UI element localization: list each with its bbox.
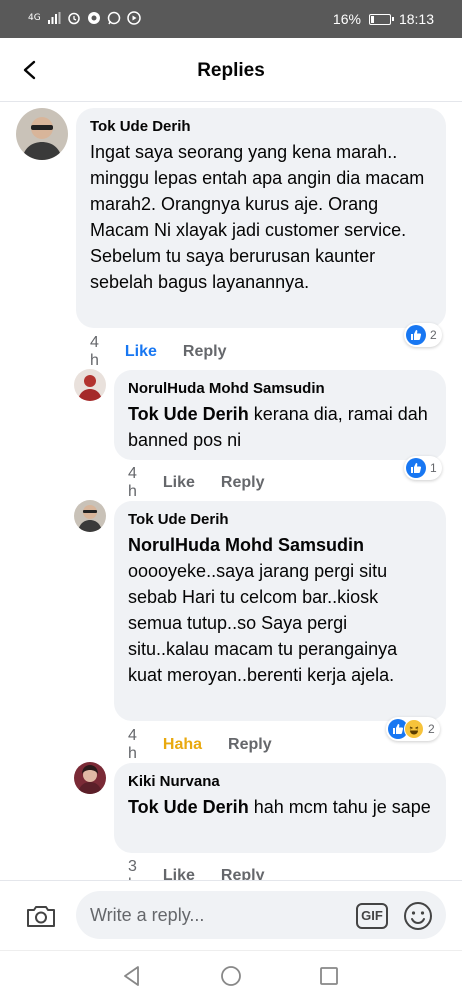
reply-composer: GIF [0, 880, 462, 950]
haha-reaction-icon [404, 719, 424, 739]
like-button[interactable]: Like [163, 474, 195, 492]
comment-body: hah mcm tahu je sape [248, 797, 431, 817]
reply-button[interactable]: Reply [183, 343, 227, 361]
avatar-image [16, 108, 68, 160]
comment-mention[interactable]: Tok Ude Derih [128, 797, 249, 817]
avatar[interactable] [74, 369, 106, 401]
nav-home-icon [221, 966, 241, 986]
like-reaction-icon [406, 325, 426, 345]
reply-button[interactable]: Reply [221, 474, 265, 492]
signal-label: 4G [28, 13, 41, 23]
comment-bubble: NorulHuda Mohd Samsudin Tok Ude Derih ke… [114, 370, 446, 460]
haha-button[interactable]: Haha [163, 736, 202, 754]
comment-body: ooooyeke..saya jarang pergi situ sebab H… [128, 561, 398, 685]
camera-icon [27, 906, 55, 927]
alarm-icon [67, 12, 80, 25]
avatar-image [74, 500, 106, 532]
comment-body: Ingat saya seorang yang kena marah.. min… [90, 142, 425, 292]
comment-actions: 4 h Haha Reply [128, 727, 272, 763]
comment-actions: 4 h Like Reply [90, 334, 227, 370]
avatar[interactable] [74, 500, 106, 532]
comment-time: 4 h [128, 465, 137, 500]
comment-author[interactable]: Tok Ude Derih [90, 118, 432, 135]
emoji-icon [404, 902, 432, 930]
header: Replies [0, 38, 462, 102]
chrome-icon [87, 12, 100, 24]
nav-recents-button[interactable] [317, 964, 341, 988]
comment-text: Tok Ude Derih hah mcm tahu je sape [128, 794, 432, 820]
like-reaction-icon [406, 458, 426, 478]
nav-back-icon [124, 966, 139, 986]
battery-fill [370, 15, 374, 23]
battery-percent: 16% [332, 11, 361, 27]
like-button[interactable]: Like [125, 343, 157, 361]
comment-time: 4 h [128, 727, 137, 762]
avatar-image [74, 762, 106, 794]
system-nav-bar [0, 950, 462, 1000]
play-icon [126, 11, 141, 25]
comment-mention[interactable]: NorulHuda Mohd Samsudin [128, 532, 432, 558]
reaction-count: 2 [428, 722, 435, 736]
signal-icon [47, 12, 61, 24]
comment-author[interactable]: Kiki Nurvana [128, 773, 432, 790]
comment-bubble: Tok Ude Derih Ingat saya seorang yang ke… [76, 108, 446, 328]
comment-author[interactable]: NorulHuda Mohd Samsudin [128, 380, 432, 397]
comment-bubble: Tok Ude Derih NorulHuda Mohd Samsudin ooo… [114, 501, 446, 721]
comment-time: 4 h [90, 334, 99, 369]
clock: 18:13 [398, 11, 434, 27]
reaction-summary[interactable]: 1 [404, 456, 442, 480]
reply-input[interactable] [76, 891, 446, 939]
reaction-summary[interactable]: 2 [386, 717, 440, 741]
status-left: 4G [28, 11, 141, 25]
nav-back-button[interactable] [120, 964, 144, 988]
page-title: Replies [197, 60, 265, 81]
emoji-button[interactable] [402, 900, 434, 932]
comment-actions: 4 h Like Reply [128, 465, 265, 501]
status-bar: 4G 16% 18:13 [0, 0, 462, 38]
comment-author[interactable]: Tok Ude Derih [128, 511, 432, 528]
avatar[interactable] [16, 108, 68, 160]
reaction-count: 1 [430, 461, 437, 475]
reaction-summary[interactable]: 2 [404, 323, 442, 347]
camera-button[interactable] [24, 899, 58, 933]
gif-button[interactable]: GIF [356, 903, 388, 929]
status-right: 16% 18:13 [333, 11, 434, 27]
comment-text: Ingat saya seorang yang kena marah.. min… [90, 139, 432, 295]
whatsapp-icon [107, 11, 120, 25]
comment-text: NorulHuda Mohd Samsudin ooooyeke..saya ja… [128, 532, 432, 688]
gif-label: GIF [361, 908, 383, 923]
avatar[interactable] [74, 762, 106, 794]
nav-recents-icon [320, 967, 338, 985]
comment-mention[interactable]: Tok Ude Derih [128, 404, 249, 424]
reply-button[interactable]: Reply [228, 736, 272, 754]
battery-icon [368, 13, 394, 25]
avatar-image [74, 369, 106, 401]
comment-text: Tok Ude Derih kerana dia, ramai dah bann… [128, 401, 432, 453]
nav-home-button[interactable] [219, 964, 243, 988]
reaction-count: 2 [430, 328, 437, 342]
comment-bubble: Kiki Nurvana Tok Ude Derih hah mcm tahu … [114, 763, 446, 853]
